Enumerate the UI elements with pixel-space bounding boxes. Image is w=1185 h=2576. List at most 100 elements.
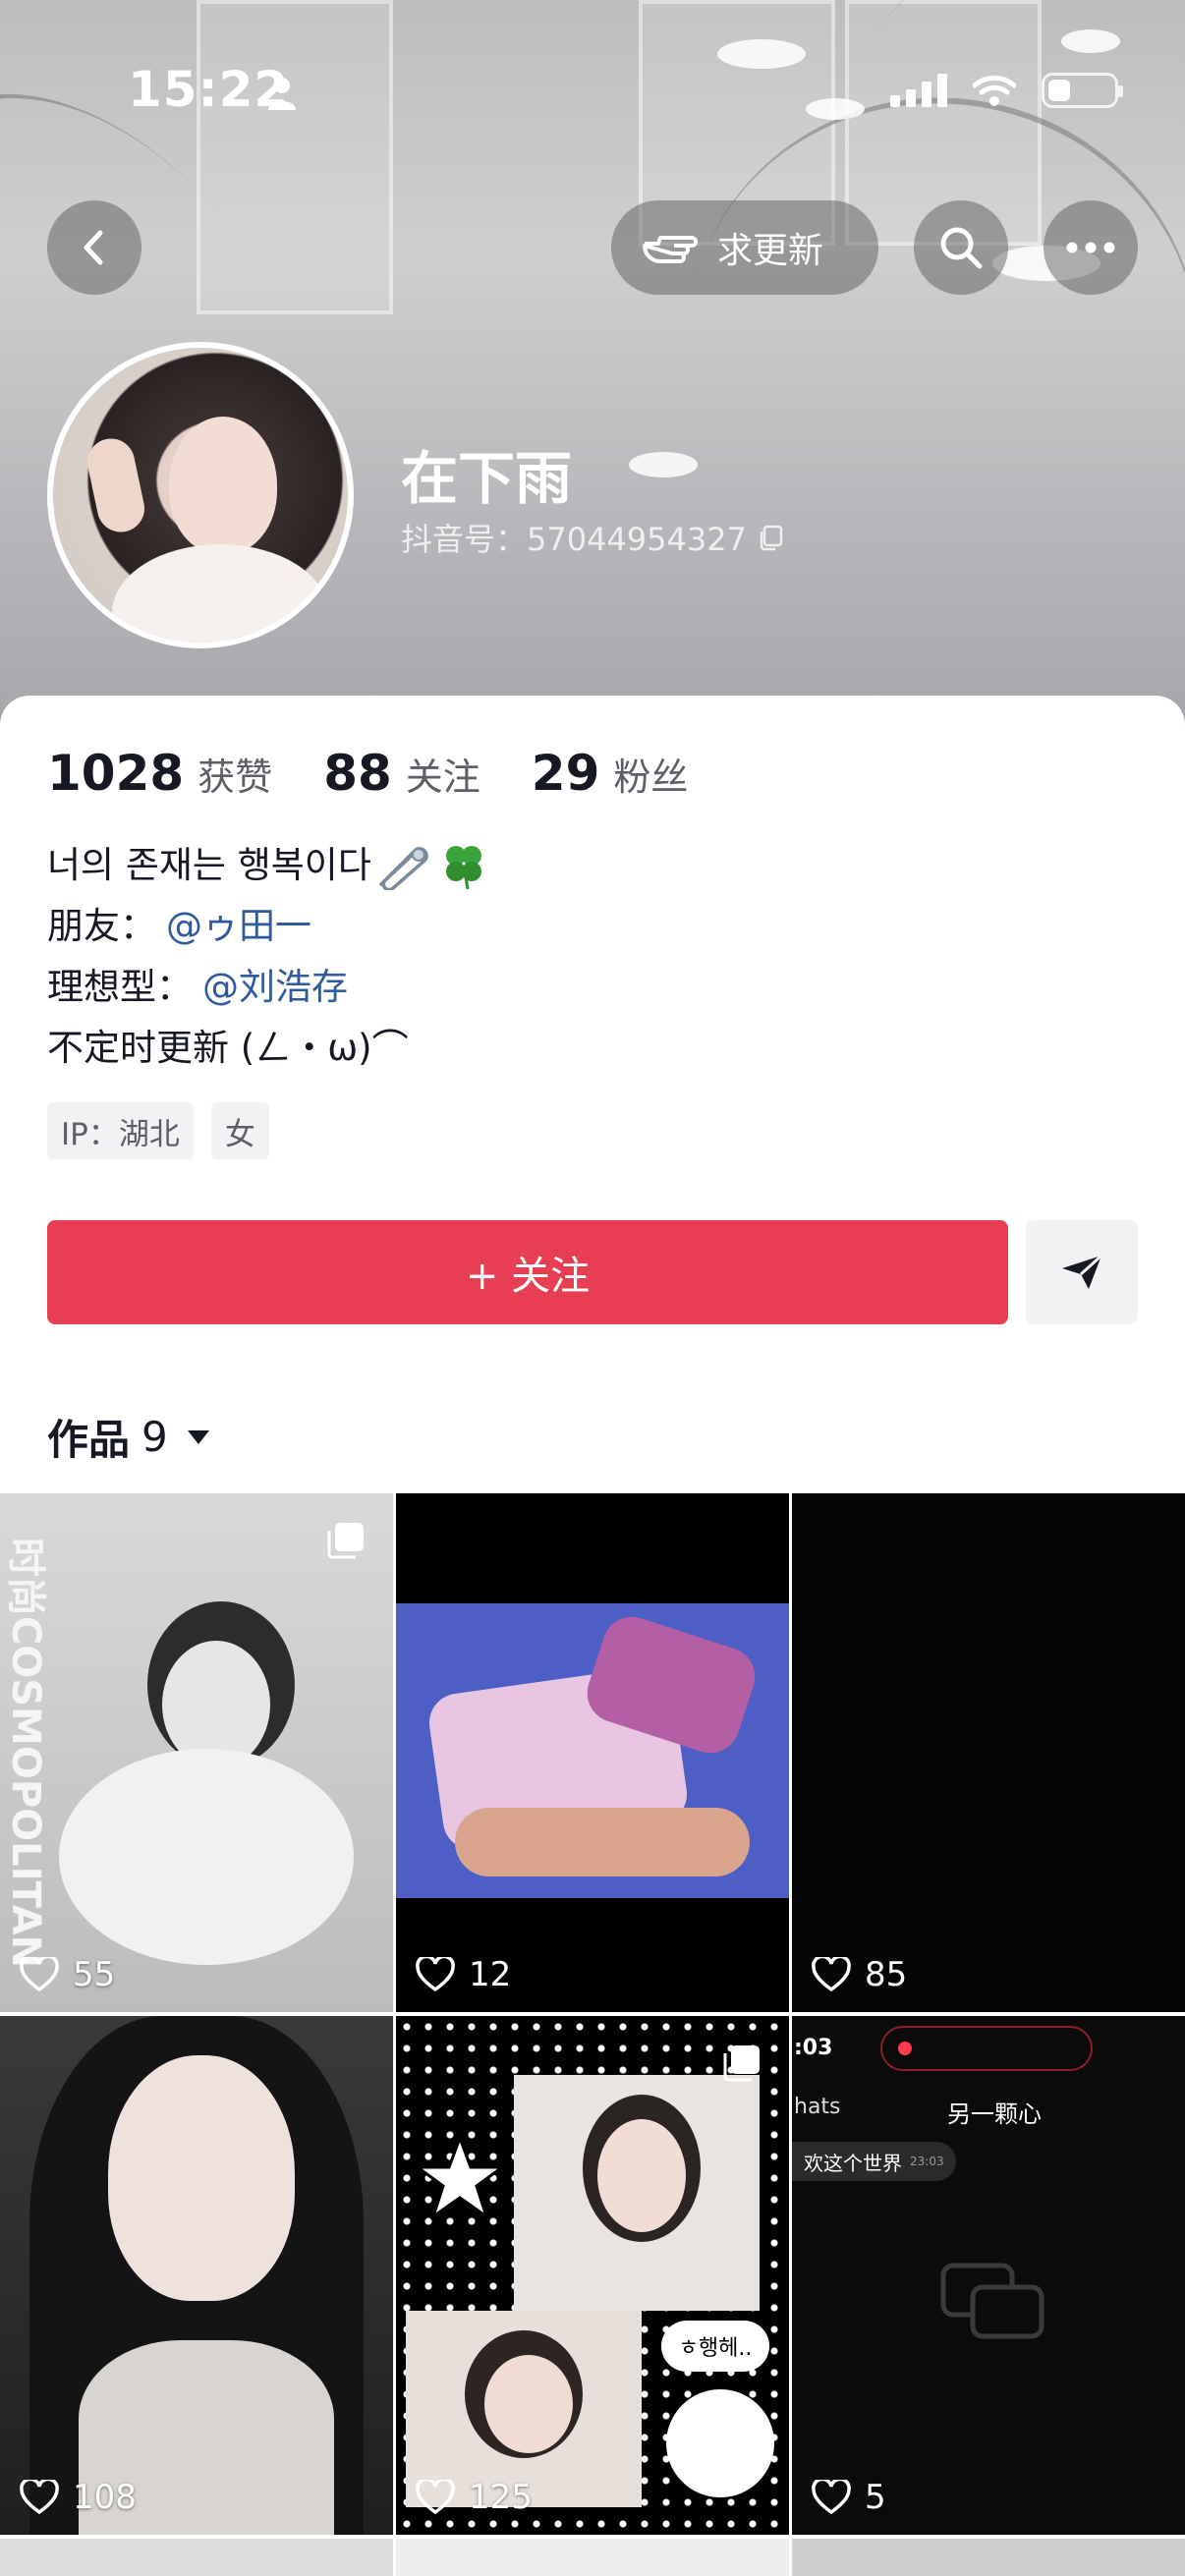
bio-text: 너의 존재는 행복이다 (47, 844, 371, 886)
like-count: 85 (812, 1955, 907, 1994)
heart-icon (20, 2480, 59, 2515)
mention-link[interactable]: @ゥ田一 (166, 896, 311, 957)
bio-line: 너의 존재는 행복이다 (47, 835, 489, 896)
photo-face (108, 2055, 295, 2301)
follow-label: + 关注 (465, 1254, 591, 1299)
heart-icon (812, 1957, 851, 1992)
photo-face (484, 2355, 573, 2453)
like-count-text: 125 (469, 2478, 533, 2517)
chat-message: 欢这个世界 23:03 (792, 2142, 956, 2181)
request-update-label: 求更新 (717, 231, 824, 271)
mention-link[interactable]: @刘浩存 (202, 957, 348, 1018)
bio-line: 不定时更新 (ㄥ・ω)⌒ (47, 1018, 489, 1079)
profile-stats: 1028 获赞 88 关注 29 粉丝 (47, 745, 739, 802)
screen-time: :03 (794, 2036, 833, 2060)
stat-followers[interactable]: 29 粉丝 (532, 745, 689, 802)
person-icon (268, 78, 296, 110)
safety-pin-icon (379, 847, 428, 890)
speech-bubble-text: ㅎ행헤.. (678, 2336, 753, 2361)
video-thumbnail[interactable] (0, 2539, 393, 2576)
multi-image-icon (327, 1523, 364, 1559)
watermark: 时尚COSMOPOLITAN (0, 1493, 59, 2012)
screen-title: 另一颗心 (947, 2100, 1042, 2128)
video-thumbnail[interactable]: :03 hats 另一颗心 欢这个世界 23:03 5 (792, 2016, 1185, 2535)
stat-label: 关注 (405, 756, 480, 799)
bio-text: 朋友： (47, 905, 156, 947)
recording-pill (880, 2026, 1093, 2071)
status-bar: 15:22 (0, 0, 1185, 187)
works-count: 9 (141, 1413, 168, 1461)
bio-text: 不定时更新 (ㄥ・ω)⌒ (47, 1027, 409, 1069)
bio-line: 朋友： @ゥ田一 (47, 896, 489, 957)
photo-face (597, 2119, 686, 2232)
bio: 너의 존재는 행복이다 朋友： @ゥ田一 理想型： @刘浩存 不定时更新 (ㄥ・… (47, 835, 489, 1079)
chat-icon (940, 2263, 1044, 2339)
like-count: 55 (20, 1955, 115, 1994)
video-thumbnail[interactable]: 85 (792, 1493, 1185, 2012)
ip-location-tag: IP：湖北 (47, 1102, 194, 1159)
heart-icon (812, 2480, 851, 2515)
message-button[interactable] (1026, 1220, 1138, 1324)
like-count: 12 (416, 1955, 511, 1994)
cover-snow (629, 452, 698, 477)
gender-tag: 女 (210, 1102, 269, 1159)
stat-label: 获赞 (198, 756, 273, 799)
stat-likes[interactable]: 1028 获赞 (47, 745, 272, 802)
stat-label: 粉丝 (613, 756, 689, 799)
douyin-id[interactable]: 抖音号：57044954327 (401, 515, 784, 560)
stat-number: 88 (323, 745, 392, 802)
like-count-text: 85 (865, 1955, 908, 1994)
video-thumbnail[interactable] (792, 2539, 1185, 2576)
star-icon (416, 2134, 504, 2220)
speech-bubble: ㅎ행헤.. (661, 2321, 769, 2372)
stat-following[interactable]: 88 关注 (323, 745, 480, 802)
works-label: 作品 (47, 1416, 131, 1464)
like-count-text: 5 (865, 2478, 886, 2517)
video-thumbnail[interactable]: ㅎ행헤.. 125 (396, 2016, 789, 2535)
multi-image-icon (723, 2045, 760, 2082)
profile-tags: IP：湖北 女 (47, 1102, 269, 1159)
video-thumbnail[interactable]: 108 (0, 2016, 393, 2535)
cellular-signal-icon (890, 74, 947, 107)
heart-icon (20, 1957, 59, 1992)
heart-icon (416, 2480, 455, 2515)
heart-icon (416, 1957, 455, 1992)
search-icon (940, 227, 983, 269)
like-count-text: 55 (73, 1955, 116, 1994)
back-button[interactable] (47, 200, 141, 295)
dog-sticker (666, 2389, 774, 2497)
like-count-text: 12 (469, 1955, 512, 1994)
video-thumbnail[interactable] (396, 2539, 789, 2576)
search-button[interactable] (914, 200, 1008, 295)
photo-body (59, 1749, 354, 1965)
status-icons (890, 73, 1123, 108)
chat-message-text: 欢这个世界 (804, 2151, 902, 2175)
like-count: 5 (812, 2478, 886, 2517)
chat-message-time: 23:03 (910, 2155, 944, 2168)
clover-icon (445, 846, 481, 890)
hand-pointing-icon (643, 236, 698, 263)
request-update-button[interactable]: 求更新 (611, 200, 878, 295)
screen-left-text: hats (794, 2095, 841, 2119)
profile-name: 在下雨 (401, 445, 573, 512)
bio-line: 理想型： @刘浩存 (47, 957, 489, 1018)
watermark-text: 时尚COSMOPOLITAN (3, 1537, 48, 1969)
bio-text: 理想型： (47, 966, 193, 1008)
video-thumbnail[interactable]: 时尚COSMOPOLITAN 55 (0, 1493, 393, 2012)
stat-number: 1028 (47, 745, 185, 802)
avatar[interactable] (47, 342, 354, 648)
more-button[interactable] (1044, 200, 1138, 295)
copy-icon[interactable] (757, 524, 784, 551)
like-count: 125 (416, 2478, 533, 2517)
back-icon (84, 230, 103, 265)
send-icon (1062, 1254, 1103, 1289)
photo-hands (455, 1808, 750, 1876)
battery-icon (1042, 73, 1123, 108)
tab-works[interactable]: 作品 9 (47, 1407, 211, 1467)
chevron-down-icon (187, 1429, 209, 1444)
video-thumbnail[interactable]: 12 (396, 1493, 789, 2012)
more-icon (1066, 242, 1115, 253)
wifi-icon (973, 75, 1016, 106)
stat-number: 29 (531, 745, 600, 802)
follow-button[interactable]: + 关注 (47, 1220, 1008, 1324)
